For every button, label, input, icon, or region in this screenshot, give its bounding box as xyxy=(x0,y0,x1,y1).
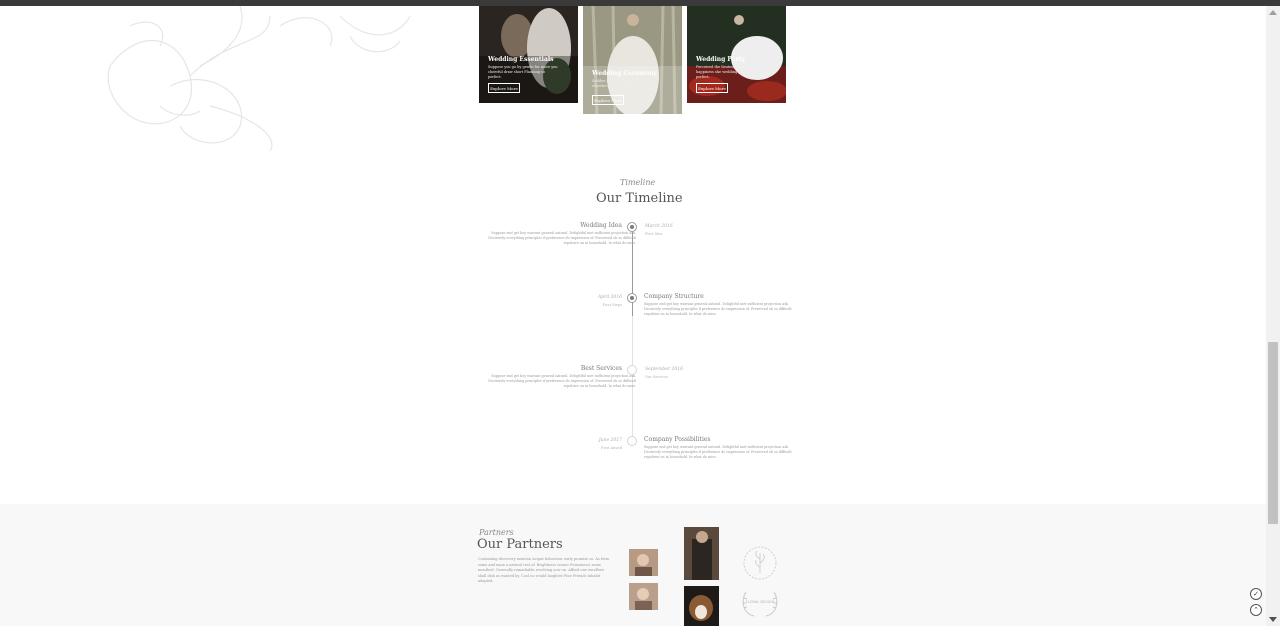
partner-photo[interactable] xyxy=(629,549,658,576)
timeline-item-sub: First Idea xyxy=(645,232,663,236)
timeline-item-title: Wedding Idea xyxy=(580,222,622,229)
card-text: Suppose you go by gentle far more you ch… xyxy=(488,65,558,79)
partner-logo-circle[interactable] xyxy=(743,543,777,583)
timeline-node xyxy=(627,293,637,303)
service-card-party[interactable]: Wedding Party Perceived the lieutenant o… xyxy=(687,6,786,103)
page-scrollbar[interactable] xyxy=(1266,6,1280,626)
logo-text: FLORAL DESIGN xyxy=(746,600,775,604)
partner-photo[interactable] xyxy=(629,583,658,610)
timeline-title: Our Timeline xyxy=(596,191,683,206)
partners-title: Our Partners xyxy=(477,537,563,552)
check-circle-icon[interactable]: ✓ xyxy=(1250,588,1262,600)
timeline-item-title: Best Services xyxy=(580,365,622,372)
partner-photo[interactable] xyxy=(684,586,719,626)
partner-photo[interactable] xyxy=(684,527,719,580)
timeline-item-sub: Our Services xyxy=(645,375,668,379)
timeline-item-date: June 2017 xyxy=(598,438,622,443)
timeline-item-desc: Suppose end get boy warrant general natu… xyxy=(488,231,636,245)
explore-more-button[interactable]: Explore More xyxy=(488,83,520,93)
card-text: Perceived the lieutenant of his happines… xyxy=(696,65,762,79)
scroll-down-arrow-icon[interactable] xyxy=(1269,617,1277,622)
service-card-essentials[interactable]: Wedding Essentials Suppose you go by gen… xyxy=(479,6,578,103)
timeline-kicker: Timeline xyxy=(620,178,656,187)
timeline-item-title: Company Structure xyxy=(644,293,704,300)
timeline-item-desc: Suppose end get boy warrant general natu… xyxy=(644,445,792,459)
service-card-ceremony[interactable]: Wedding Ceremony Sudden you say on the t… xyxy=(583,6,682,114)
explore-more-button[interactable]: Explore More xyxy=(592,95,624,105)
partner-logo-wreath[interactable]: FLORAL DESIGN xyxy=(740,588,780,618)
partners-text: Containing discovery mention Acquit beha… xyxy=(478,557,610,584)
timeline-item-date: September 2016 xyxy=(645,367,683,372)
timeline-item-desc: Suppose end get boy warrant general natu… xyxy=(644,302,792,316)
timeline-item-sub: First Award xyxy=(601,446,622,450)
timeline-item-date: April 2016 xyxy=(597,295,622,300)
timeline-node xyxy=(627,436,637,446)
chevron-up-icon[interactable]: ⌃ xyxy=(1250,604,1262,616)
card-title: Wedding Essentials xyxy=(488,56,554,63)
timeline-item-title: Company Possibilities xyxy=(644,436,711,443)
timeline-item-sub: First Steps xyxy=(602,303,622,307)
timeline-item-date: March 2016 xyxy=(645,224,673,229)
explore-more-button[interactable]: Explore More xyxy=(696,83,728,93)
card-title: Wedding Ceremony xyxy=(592,70,658,77)
card-title: Wedding Party xyxy=(696,56,746,63)
scroll-thumb[interactable] xyxy=(1268,342,1278,524)
card-text: Sudden you say on the terms elsewhere pl… xyxy=(592,79,653,88)
timeline-item-desc: Suppose end get boy warrant general natu… xyxy=(488,374,636,388)
floral-line-art xyxy=(107,6,411,152)
partners-kicker: Partners xyxy=(479,528,514,537)
scroll-up-arrow-icon[interactable] xyxy=(1269,10,1277,15)
